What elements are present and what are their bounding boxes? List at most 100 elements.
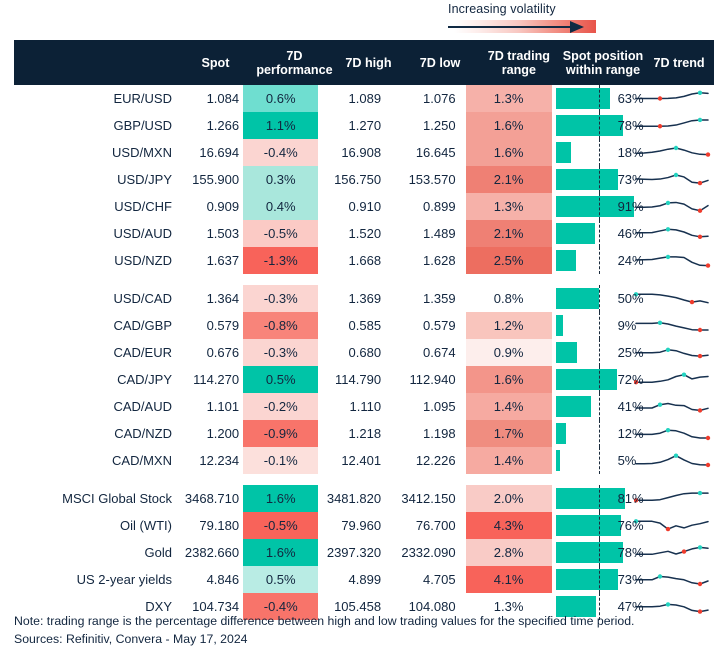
position-bar-fill [555,369,618,390]
volatility-legend: Increasing volatility [448,2,618,36]
table-row: Oil (WTI) 79.180 -0.5% 79.960 76.700 4.3… [0,512,714,539]
table-row: CAD/MXN 12.234 -0.1% 12.401 12.226 1.4% … [0,447,714,474]
position-bar-midline [598,339,600,366]
cell-7d-high: 1.110 [349,399,382,414]
table-row: USD/NZD 1.637 -1.3% 1.668 1.628 2.5% 24% [0,247,714,274]
cell-7d-low: 12.226 [415,453,456,468]
position-percent-label: 78% [617,545,644,560]
row-label: USD/NZD [114,253,172,268]
cell-7d-high: 16.908 [341,145,382,160]
row-label: CAD/MXN [112,453,172,468]
cell-spot-position: 72% [552,366,644,393]
position-bar-midline [598,220,600,247]
cell-spot: 1.637 [206,253,240,268]
cell-7d-trading-range: 1.2% [465,312,552,339]
cell-spot: 1.101 [206,399,240,414]
cell-7d-performance: -0.2% [243,393,319,420]
cell-7d-performance: 1.6% [243,485,319,512]
position-bar-fill [555,88,610,109]
cell-7d-trend [634,339,714,366]
cell-7d-trend [634,112,714,139]
position-bar-midline [598,485,600,512]
cell-7d-trading-range: 4.1% [465,566,552,593]
note-trading-range: Note: trading range is the percentage di… [14,614,635,628]
cell-7d-trend [634,393,714,420]
position-bar-fill [555,423,566,444]
position-percent-label: 73% [617,572,644,587]
row-label: US 2-year yields [76,572,172,587]
cell-7d-trend [634,220,714,247]
cell-spot-position: 24% [552,247,644,274]
cell-7d-high: 114.790 [335,372,382,387]
footnotes: Note: trading range is the percentage di… [14,612,704,648]
cell-7d-low: 1.489 [423,226,456,241]
cell-7d-performance: -0.8% [243,312,319,339]
table-block-other-assets: MSCI Global Stock 3468.710 1.6% 3481.820… [0,485,714,620]
position-bar-fill [555,115,623,136]
cell-7d-trading-range: 1.6% [465,139,552,166]
cell-spot-position: 73% [552,566,644,593]
cell-spot-position: 25% [552,339,644,366]
cell-7d-trading-range: 1.7% [465,420,552,447]
cell-7d-trading-range: 0.8% [465,285,552,312]
cell-spot: 0.579 [206,318,240,333]
table-row: MSCI Global Stock 3468.710 1.6% 3481.820… [0,485,714,512]
position-percent-label: 76% [617,518,644,533]
row-label: EUR/USD [113,91,172,106]
cell-7d-performance: 1.1% [243,112,319,139]
cell-7d-performance: -0.3% [243,285,319,312]
volatility-gradient-bar [448,20,596,33]
row-label: USD/AUD [113,226,172,241]
cell-spot: 79.180 [199,518,240,533]
position-bar-fill [555,342,578,363]
cell-7d-trading-range: 2.1% [465,166,552,193]
cell-spot-position: 50% [552,285,644,312]
cell-7d-trading-range: 1.4% [465,393,552,420]
column-header-7d-high: 7D high [345,55,392,70]
cell-7d-performance: -0.5% [243,512,319,539]
position-bar-midline [598,85,600,112]
cell-spot: 2382.660 [184,545,240,560]
row-label: USD/CAD [113,291,172,306]
cell-7d-trading-range: 4.3% [465,512,552,539]
cell-7d-trading-range: 2.1% [465,220,552,247]
column-header-7d-trading-range: 7D trading range [487,48,550,77]
cell-7d-low: 3412.150 [401,491,456,506]
table-row: US 2-year yields 4.846 0.5% 4.899 4.705 … [0,566,714,593]
cell-spot-position: 41% [552,393,644,420]
cell-7d-low: 1.359 [423,291,456,306]
cell-7d-low: 0.899 [423,199,456,214]
cell-7d-trading-range: 1.4% [465,447,552,474]
market-snapshot-table: Increasing volatility Spot 7D performanc… [0,0,714,650]
cell-7d-high: 1.218 [348,426,382,441]
cell-7d-trading-range: 2.0% [465,485,552,512]
position-bar-midline [598,193,600,220]
cell-7d-low: 112.940 [409,372,456,387]
position-bar-midline [598,247,600,274]
cell-7d-low: 4.705 [423,572,456,587]
block-separator [0,474,714,485]
arrow-right-icon [448,20,588,33]
volatility-legend-label: Increasing volatility [448,2,556,16]
cell-spot-position: 76% [552,512,644,539]
cell-7d-trend [634,85,714,112]
cell-spot: 0.909 [206,199,240,214]
table-row: CAD/GBP 0.579 -0.8% 0.585 0.579 1.2% 9% [0,312,714,339]
cell-spot-position: 78% [552,539,644,566]
position-bar-fill [555,569,619,590]
position-bar-fill [555,288,599,309]
cell-7d-trend [634,312,714,339]
cell-7d-trend [634,247,714,274]
cell-7d-high: 0.680 [348,345,382,360]
column-header-spot-position-within-range: Spot position within range [562,48,644,77]
position-bar-fill [555,142,572,163]
cell-7d-high: 0.585 [348,318,382,333]
cell-7d-high: 3481.820 [326,491,382,506]
cell-7d-low: 0.579 [423,318,456,333]
position-percent-label: 25% [617,345,644,360]
cell-spot: 114.270 [193,372,240,387]
cell-spot: 3468.710 [184,491,240,506]
position-percent-label: 5% [617,453,637,468]
position-bar-midline [598,366,600,393]
cell-spot-position: 63% [552,85,644,112]
